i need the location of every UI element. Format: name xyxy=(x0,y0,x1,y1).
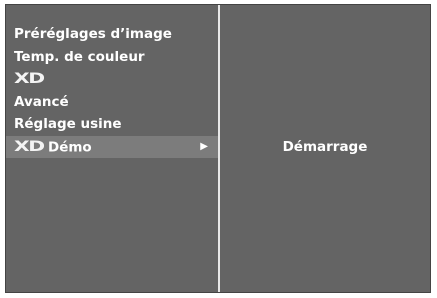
arrow-right-icon: ▶ xyxy=(200,140,208,152)
menu-item-label: Temp. de couleur xyxy=(14,48,145,65)
menu-item-label: Réglage usine xyxy=(14,116,122,132)
menu-item-preset[interactable]: Préréglages d’image xyxy=(6,23,218,46)
menu-item-xd-demo[interactable]: XD Démo ▶ xyxy=(6,135,218,158)
submenu-item-start[interactable]: Démarrage xyxy=(220,139,430,155)
menu-item-xd[interactable]: XD xyxy=(6,68,218,91)
osd-menu-panel: Préréglages d’image Temp. de couleur XD … xyxy=(5,4,431,293)
main-menu: Préréglages d’image Temp. de couleur XD … xyxy=(6,23,218,158)
menu-item-factory-reset[interactable]: Réglage usine xyxy=(6,113,218,136)
menu-item-label: Démo xyxy=(48,138,92,155)
menu-item-label: Avancé xyxy=(14,93,69,110)
menu-item-label: Préréglages d’image xyxy=(14,26,172,42)
xd-logo-icon: XD xyxy=(14,138,45,155)
xd-logo-icon: XD xyxy=(14,71,45,87)
submenu-pane: Démarrage xyxy=(220,5,430,292)
menu-item-color-temp[interactable]: Temp. de couleur xyxy=(6,46,218,69)
menu-item-advanced[interactable]: Avancé xyxy=(6,91,218,114)
